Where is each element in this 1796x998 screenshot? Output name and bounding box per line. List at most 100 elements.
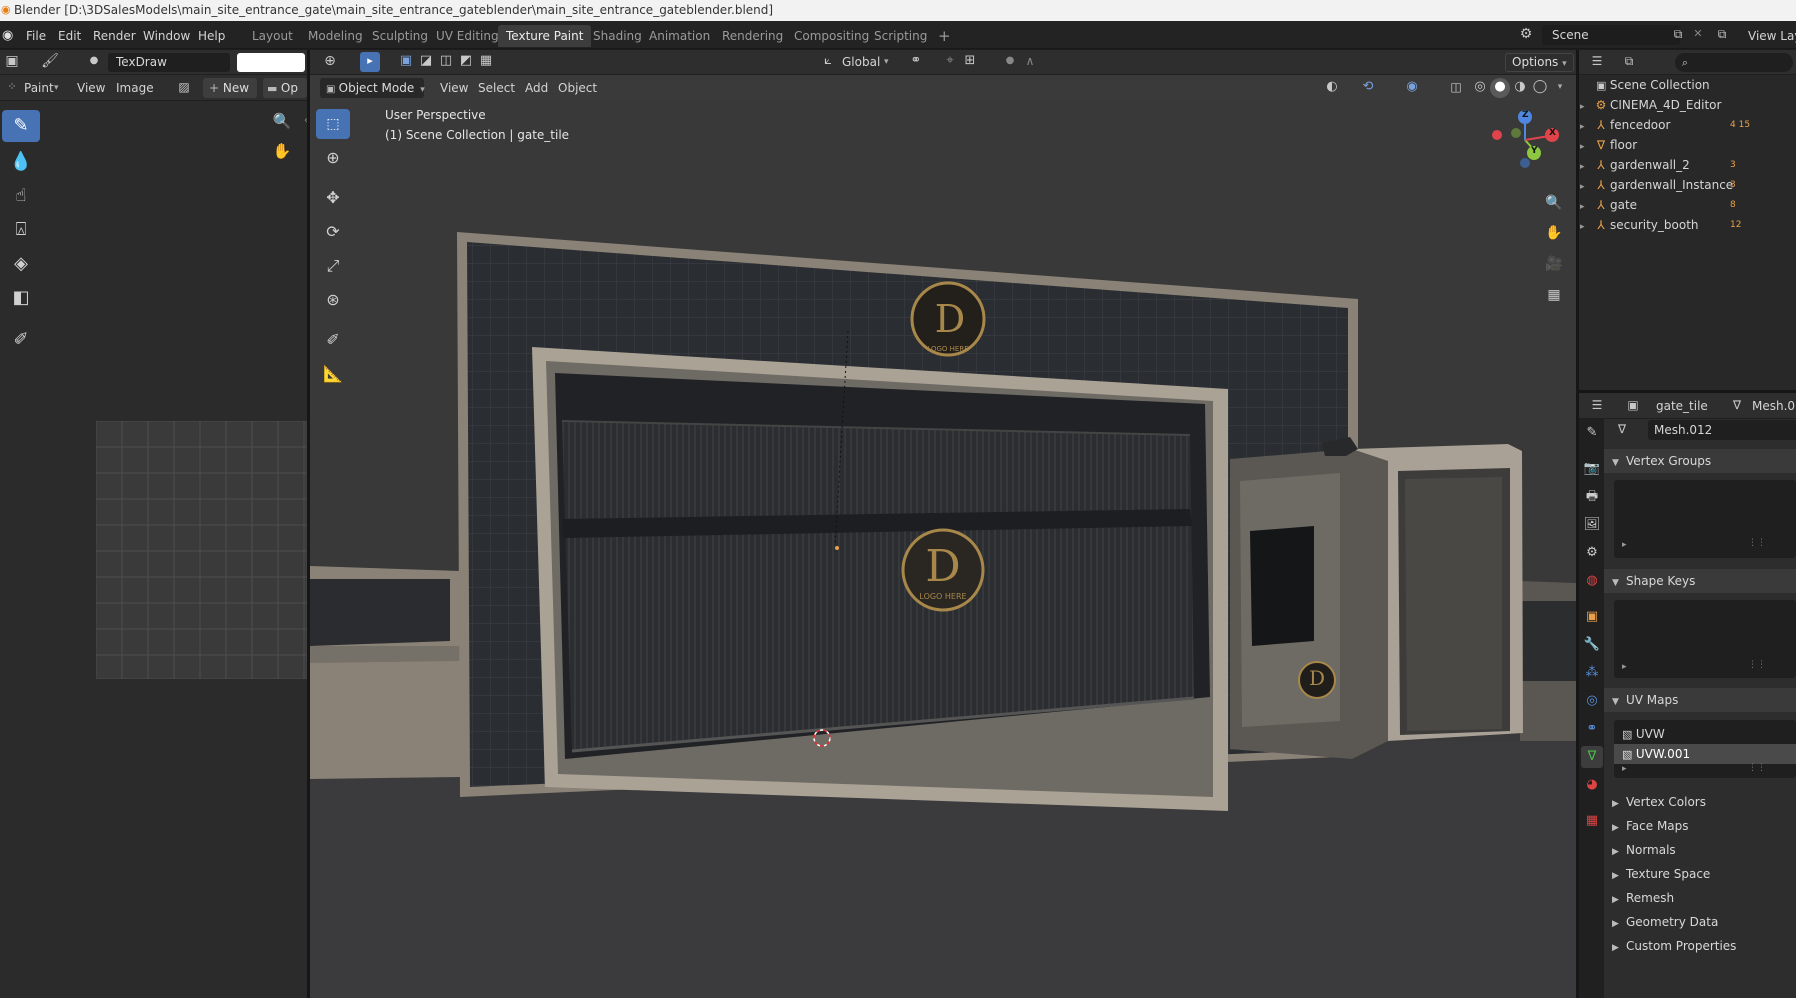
- properties-editor-type-icon[interactable]: ☰: [1587, 396, 1607, 416]
- expand-arrow-icon[interactable]: ▸: [1580, 197, 1592, 217]
- object-tab-icon[interactable]: ▣: [1581, 606, 1603, 628]
- brush-name-field[interactable]: TexDraw: [108, 53, 230, 72]
- output-tab-icon[interactable]: 🖶: [1581, 486, 1603, 508]
- uv-maps-list[interactable]: ▧ UVW ▧ UVW.001 ▸ ⋮⋮: [1614, 720, 1796, 778]
- viewport-sidebar-toggle-icon[interactable]: ‹: [1568, 113, 1576, 133]
- menu-window[interactable]: Window: [143, 27, 190, 45]
- editor-type-icon-viewport[interactable]: ⊕: [320, 52, 340, 72]
- constraints-tab-icon[interactable]: ⚭: [1581, 718, 1603, 740]
- collapsed-panel-header[interactable]: ▶ Geometry Data: [1604, 910, 1796, 934]
- outliner-item[interactable]: ▸ ⅄ gardenwall_2 3: [1580, 155, 1736, 177]
- outliner-search-field[interactable]: ⌕: [1675, 53, 1793, 72]
- outliner-item[interactable]: ▸ ⅄ fencedoor 4 15: [1580, 115, 1750, 137]
- collapsed-panel-header[interactable]: ▶ Normals: [1604, 838, 1796, 862]
- workspace-tab[interactable]: Texture Paint: [498, 25, 592, 47]
- brush-color-swatch[interactable]: [237, 53, 305, 72]
- viewport-view-menu[interactable]: View: [440, 78, 468, 98]
- options-dropdown[interactable]: Options ▾: [1505, 53, 1574, 72]
- expand-list-icon[interactable]: ▸: [1622, 540, 1627, 550]
- brush-icon[interactable]: 🖌: [40, 52, 60, 72]
- vertex-groups-list[interactable]: ▸ ⋮⋮: [1614, 480, 1796, 558]
- collapsed-panel-header[interactable]: ▶ Texture Space: [1604, 862, 1796, 886]
- xray-toggle-icon[interactable]: ◫: [1446, 78, 1466, 98]
- viewport-pan-hand-icon[interactable]: ✋: [1544, 224, 1564, 244]
- mask-tool[interactable]: ◧: [2, 282, 40, 314]
- outliner-scene-collection[interactable]: ▣ Scene Collection: [1596, 75, 1710, 95]
- brush-dot-icon[interactable]: ●: [84, 52, 104, 72]
- camera-view-icon[interactable]: 🎥: [1544, 255, 1564, 275]
- transform-orientation-icon[interactable]: ⟀: [818, 52, 838, 72]
- expand-list-icon[interactable]: ▸: [1622, 764, 1627, 774]
- cursor-tool[interactable]: ⊕: [316, 143, 350, 173]
- open-image-button[interactable]: ▬ Op: [263, 78, 307, 98]
- expand-arrow-icon[interactable]: ▸: [1580, 177, 1592, 197]
- overlay-toggle-icon[interactable]: ◉: [1402, 78, 1422, 98]
- select-box-tool[interactable]: ⬚: [316, 109, 350, 139]
- new-scene-icon[interactable]: ⧉: [1668, 25, 1688, 45]
- viewport-object-menu[interactable]: Object: [558, 78, 597, 98]
- particles-tab-icon[interactable]: ⁂: [1581, 662, 1603, 684]
- interaction-mode-dropdown[interactable]: ▣ Object Mode ▾: [320, 78, 425, 98]
- mesh-datablock-icon[interactable]: ∇: [1612, 420, 1632, 440]
- expand-arrow-icon[interactable]: ▸: [1580, 117, 1592, 137]
- proportional-edit-icon[interactable]: ●: [1000, 52, 1020, 72]
- view-layer-name[interactable]: View Lay: [1748, 27, 1796, 45]
- menu-render[interactable]: Render: [93, 27, 136, 45]
- annotate-tool[interactable]: ✐: [2, 324, 40, 356]
- render-tab-icon[interactable]: 📷: [1581, 458, 1603, 480]
- viewport-select-menu[interactable]: Select: [478, 78, 515, 98]
- texture-tab-icon[interactable]: ▦: [1581, 810, 1603, 832]
- material-preview-icon[interactable]: ◑: [1510, 78, 1530, 98]
- scale-tool[interactable]: ⤢: [316, 251, 350, 281]
- scene-tab-icon[interactable]: ⚙: [1581, 542, 1603, 564]
- image-pan-hand-icon[interactable]: ✋: [272, 142, 292, 162]
- list-resize-grip[interactable]: ⋮⋮: [1748, 660, 1766, 670]
- wireframe-shading-icon[interactable]: ◎: [1470, 78, 1490, 98]
- editor-type-icon[interactable]: ▣: [2, 52, 22, 72]
- 3d-viewport[interactable]: D LOGO HERE D LOGO HERE D User Perspecti…: [310, 101, 1576, 998]
- viewport-zoom-icon[interactable]: 🔍: [1544, 194, 1564, 214]
- scene-name-field[interactable]: Scene: [1542, 25, 1680, 45]
- soften-tool[interactable]: 💧: [2, 146, 40, 178]
- fill-tool[interactable]: ◈: [2, 248, 40, 280]
- view-layer-tab-icon[interactable]: 🖼: [1581, 514, 1603, 536]
- outliner-item[interactable]: ▸ ⅄ gardenwall_Instance 3: [1580, 175, 1736, 197]
- select-mode-invert-icon[interactable]: ◩: [456, 52, 476, 72]
- material-tab-icon[interactable]: ◕: [1581, 774, 1603, 796]
- image-menu[interactable]: Image: [116, 78, 154, 98]
- transform-tool[interactable]: ⊛: [316, 285, 350, 315]
- world-tab-icon[interactable]: ◍: [1581, 570, 1603, 592]
- measure-tool[interactable]: 📐: [316, 359, 350, 389]
- snap-target-icon[interactable]: ⊞: [960, 52, 980, 72]
- image-browse-icon[interactable]: ▨: [174, 78, 194, 98]
- expand-arrow-icon[interactable]: ▸: [1580, 137, 1592, 157]
- data-tab-icon[interactable]: ∇: [1581, 746, 1603, 768]
- menu-file[interactable]: File: [26, 27, 46, 45]
- select-mode-extend-icon[interactable]: ◪: [416, 52, 436, 72]
- viewport-add-menu[interactable]: Add: [525, 78, 548, 98]
- workspace-tab[interactable]: Rendering: [714, 25, 791, 47]
- new-image-button[interactable]: + New: [203, 78, 257, 98]
- list-resize-grip[interactable]: ⋮⋮: [1748, 538, 1766, 548]
- chevron-down-icon[interactable]: ▾: [1550, 78, 1570, 98]
- annotate-tool-viewport[interactable]: ✐: [316, 325, 350, 355]
- vertex-groups-panel-header[interactable]: ▼ Vertex Groups: [1604, 449, 1796, 473]
- move-tool[interactable]: ✥: [316, 183, 350, 213]
- select-mode-subtract-icon[interactable]: ◫: [436, 52, 456, 72]
- expand-list-icon[interactable]: ▸: [1622, 662, 1627, 672]
- image-zoom-icon[interactable]: 🔍: [272, 112, 292, 132]
- collapsed-panel-header[interactable]: ▶ Remesh: [1604, 886, 1796, 910]
- uv-maps-panel-header[interactable]: ▼ UV Maps: [1604, 688, 1796, 712]
- shape-keys-panel-header[interactable]: ▼ Shape Keys: [1604, 569, 1796, 593]
- collapsed-panel-header[interactable]: ▶ Custom Properties: [1604, 934, 1796, 958]
- tool-tab-icon[interactable]: ✎: [1581, 422, 1603, 444]
- uv-map-row[interactable]: ▧ UVW: [1614, 724, 1796, 744]
- expand-arrow-icon[interactable]: ▸: [1580, 217, 1592, 237]
- clone-tool[interactable]: ⍓: [2, 214, 40, 246]
- paint-mode-menu[interactable]: Paint: [24, 78, 54, 98]
- outliner-item[interactable]: ▸ ⚙ CINEMA_4D_Editor: [1580, 95, 1721, 115]
- expand-arrow-icon[interactable]: ▸: [1580, 157, 1592, 177]
- solid-shading-icon[interactable]: ●: [1490, 78, 1510, 98]
- outliner-item[interactable]: ▸ ∇ floor: [1580, 135, 1637, 155]
- workspace-tab[interactable]: Layout: [244, 25, 301, 47]
